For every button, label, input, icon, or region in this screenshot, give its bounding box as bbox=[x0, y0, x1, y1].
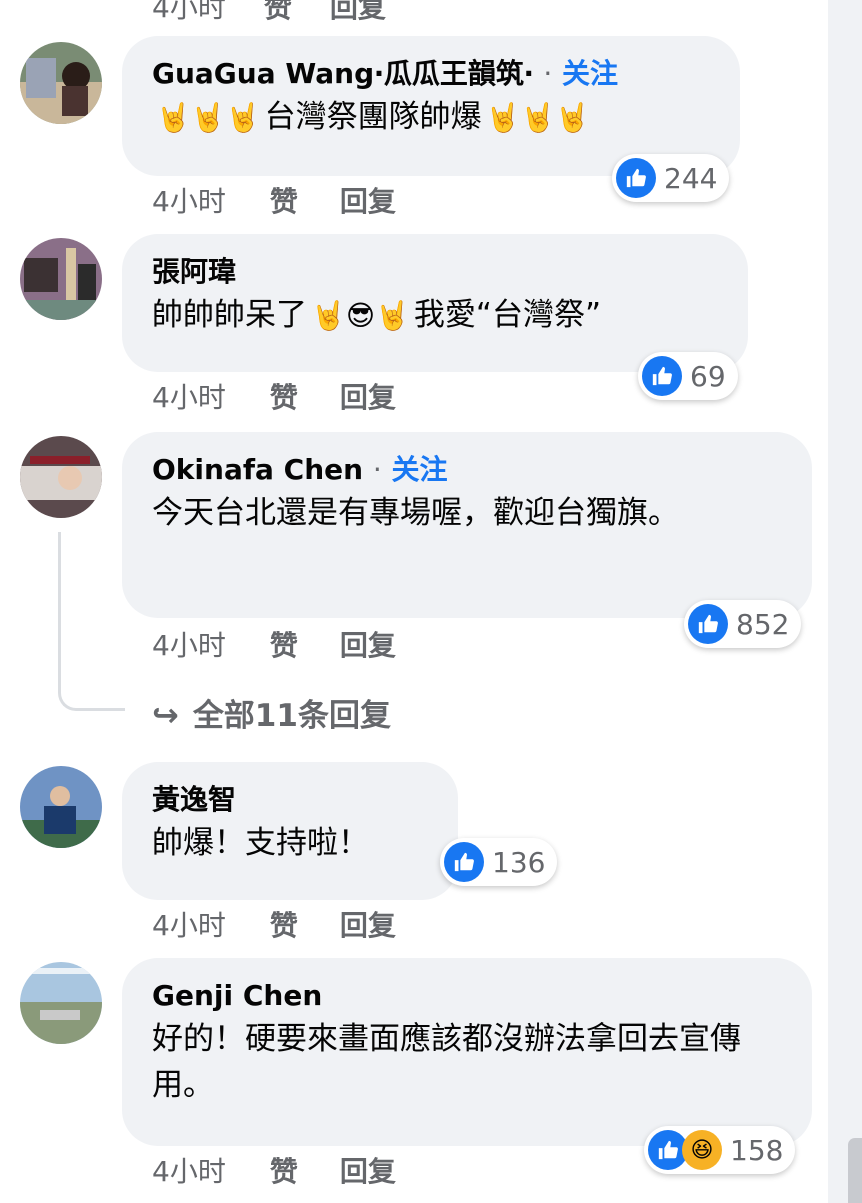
comment-author[interactable]: Genji Chen bbox=[152, 978, 782, 1014]
like-button[interactable]: 赞 bbox=[270, 1155, 298, 1188]
comment-author[interactable]: 張阿瑋 bbox=[152, 254, 718, 290]
reaction-summary[interactable]: 244 bbox=[612, 154, 730, 202]
comment-actions: 4小时 赞 回复 bbox=[152, 904, 438, 944]
emoji-group: 🤘😎🤘 bbox=[311, 299, 410, 332]
comment-author-row: Okinafa Chen · 关注 bbox=[152, 452, 782, 488]
rock-hand-emoji: 🤘🤘🤘 bbox=[485, 101, 591, 134]
comment-text-row: 帥帥帥呆了 🤘😎🤘 我愛“台灣祭” bbox=[152, 292, 718, 339]
reply-button[interactable]: 回复 bbox=[340, 909, 396, 942]
avatar[interactable] bbox=[20, 436, 102, 518]
comment-text: 今天台北還是有專場喔，歡迎台獨旗。 bbox=[152, 495, 679, 531]
reply-button[interactable]: 回复 bbox=[340, 381, 396, 414]
comment-text-row: 🤘🤘🤘 台灣祭團隊帥爆 🤘🤘🤘 bbox=[152, 94, 710, 141]
reaction-count: 244 bbox=[664, 161, 718, 195]
rock-hand-emoji: 🤘🤘🤘 bbox=[156, 101, 261, 134]
like-icon bbox=[688, 604, 728, 644]
comment-author-row: GuaGua Wang‧瓜瓜王韻筑‧ · 关注 bbox=[152, 56, 710, 92]
follow-button[interactable]: 关注 bbox=[562, 57, 618, 90]
comment-bubble: Genji Chen 好的！硬要來畫面應該都沒辦法拿回去宣傳用。 bbox=[122, 958, 812, 1146]
comment-bubble: Okinafa Chen · 关注 今天台北還是有專場喔，歡迎台獨旗。 bbox=[122, 432, 812, 618]
like-icon bbox=[642, 356, 682, 396]
avatar[interactable] bbox=[20, 42, 102, 124]
comment-text: 好的！硬要來畫面應該都沒辦法拿回去宣傳用。 bbox=[152, 1021, 741, 1103]
reaction-count: 69 bbox=[690, 359, 726, 393]
comment-text: 台灣祭團隊帥爆 bbox=[264, 99, 482, 135]
reaction-count: 852 bbox=[736, 607, 790, 641]
reaction-summary[interactable]: 136 bbox=[440, 838, 558, 886]
reply-button[interactable]: 回复 bbox=[340, 1155, 396, 1188]
thread-connector bbox=[58, 532, 125, 711]
comment-time: 4小时 bbox=[152, 0, 226, 24]
previous-comment-actions: 4小时 赞 回复 bbox=[152, 0, 424, 26]
reaction-summary[interactable]: 69 bbox=[638, 352, 738, 400]
reaction-summary[interactable]: 852 bbox=[684, 600, 802, 648]
reply-arrow-icon: ↪ bbox=[152, 696, 179, 734]
reaction-count: 158 bbox=[730, 1133, 784, 1167]
comment-time[interactable]: 4小时 bbox=[152, 185, 226, 218]
like-button[interactable]: 赞 bbox=[270, 909, 298, 942]
separator-dot: · bbox=[543, 57, 553, 90]
comment-time[interactable]: 4小时 bbox=[152, 1155, 226, 1188]
reaction-summary[interactable]: 😆 158 bbox=[644, 1126, 796, 1174]
reply-button[interactable]: 回复 bbox=[330, 0, 386, 24]
comment-time[interactable]: 4小时 bbox=[152, 381, 226, 414]
comment-text: 我愛“台灣祭” bbox=[413, 297, 602, 333]
comment-bubble: 張阿瑋 帥帥帥呆了 🤘😎🤘 我愛“台灣祭” bbox=[122, 234, 748, 372]
scrollbar-thumb[interactable] bbox=[848, 1138, 862, 1203]
comment-author[interactable]: 黃逸智 bbox=[152, 782, 428, 818]
like-button[interactable]: 赞 bbox=[270, 381, 298, 414]
comment-actions: 4小时 赞 回复 bbox=[152, 624, 438, 664]
comment-author[interactable]: Okinafa Chen bbox=[152, 453, 363, 486]
avatar[interactable] bbox=[20, 238, 102, 320]
separator-dot: · bbox=[372, 453, 382, 486]
like-icon bbox=[616, 158, 656, 198]
comment-actions: 4小时 赞 回复 bbox=[152, 1150, 438, 1190]
reply-button[interactable]: 回复 bbox=[340, 185, 396, 218]
follow-button[interactable]: 关注 bbox=[392, 453, 448, 486]
like-button[interactable]: 赞 bbox=[270, 185, 298, 218]
like-button[interactable]: 赞 bbox=[270, 629, 298, 662]
comment-text: 帥帥帥呆了 bbox=[152, 297, 307, 333]
comment-time[interactable]: 4小时 bbox=[152, 909, 226, 942]
reply-button[interactable]: 回复 bbox=[340, 629, 396, 662]
comment-text: 帥爆！支持啦！ bbox=[152, 825, 369, 861]
view-all-replies-link[interactable]: ↪ 全部11条回复 bbox=[152, 690, 391, 735]
haha-icon: 😆 bbox=[682, 1130, 722, 1170]
comment-bubble: 黃逸智 帥爆！支持啦！ bbox=[122, 762, 458, 900]
like-button[interactable]: 赞 bbox=[264, 0, 292, 24]
like-icon bbox=[444, 842, 484, 882]
comment-author[interactable]: GuaGua Wang‧瓜瓜王韻筑‧ bbox=[152, 57, 534, 90]
avatar[interactable] bbox=[20, 962, 102, 1044]
comment-time[interactable]: 4小时 bbox=[152, 629, 226, 662]
comment-actions: 4小时 赞 回复 bbox=[152, 376, 438, 416]
view-all-replies-label: 全部11条回复 bbox=[192, 698, 391, 734]
comment-actions: 4小时 赞 回复 bbox=[152, 180, 438, 220]
avatar[interactable] bbox=[20, 766, 102, 848]
scroll-rail bbox=[828, 0, 862, 1203]
reaction-count: 136 bbox=[492, 845, 546, 879]
